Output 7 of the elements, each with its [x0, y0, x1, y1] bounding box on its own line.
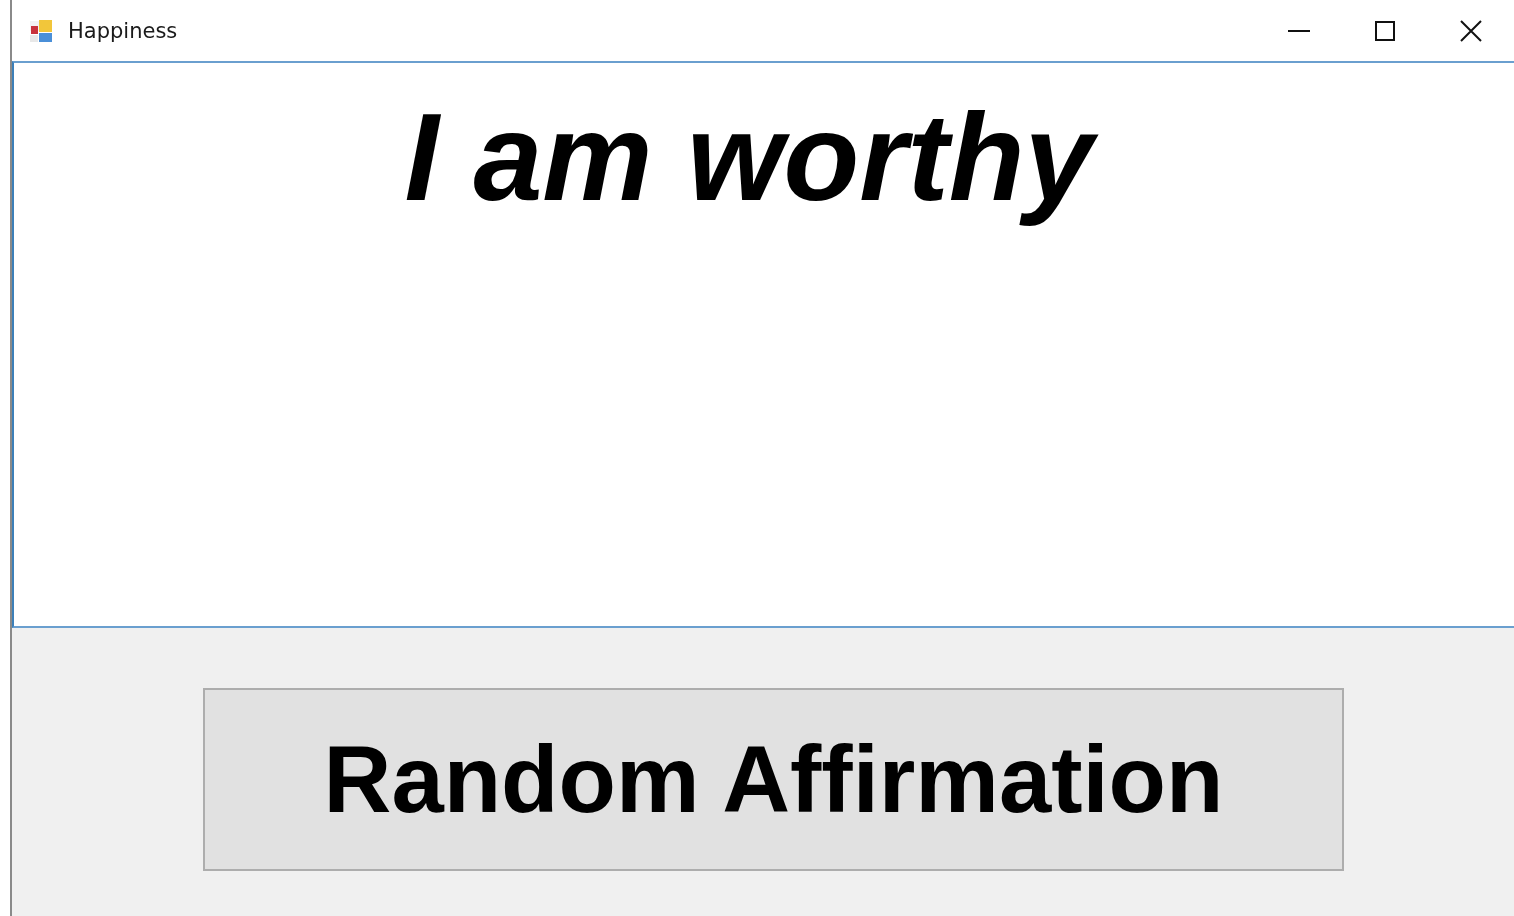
minimize-icon [1288, 29, 1310, 32]
app-icon [28, 17, 54, 44]
affirmation-field[interactable]: I am worthy [12, 61, 1514, 628]
close-icon [1460, 19, 1482, 42]
maximize-icon [1375, 20, 1395, 41]
window-title: Happiness [68, 18, 178, 43]
random-affirmation-button[interactable]: Random Affirmation [203, 688, 1344, 871]
